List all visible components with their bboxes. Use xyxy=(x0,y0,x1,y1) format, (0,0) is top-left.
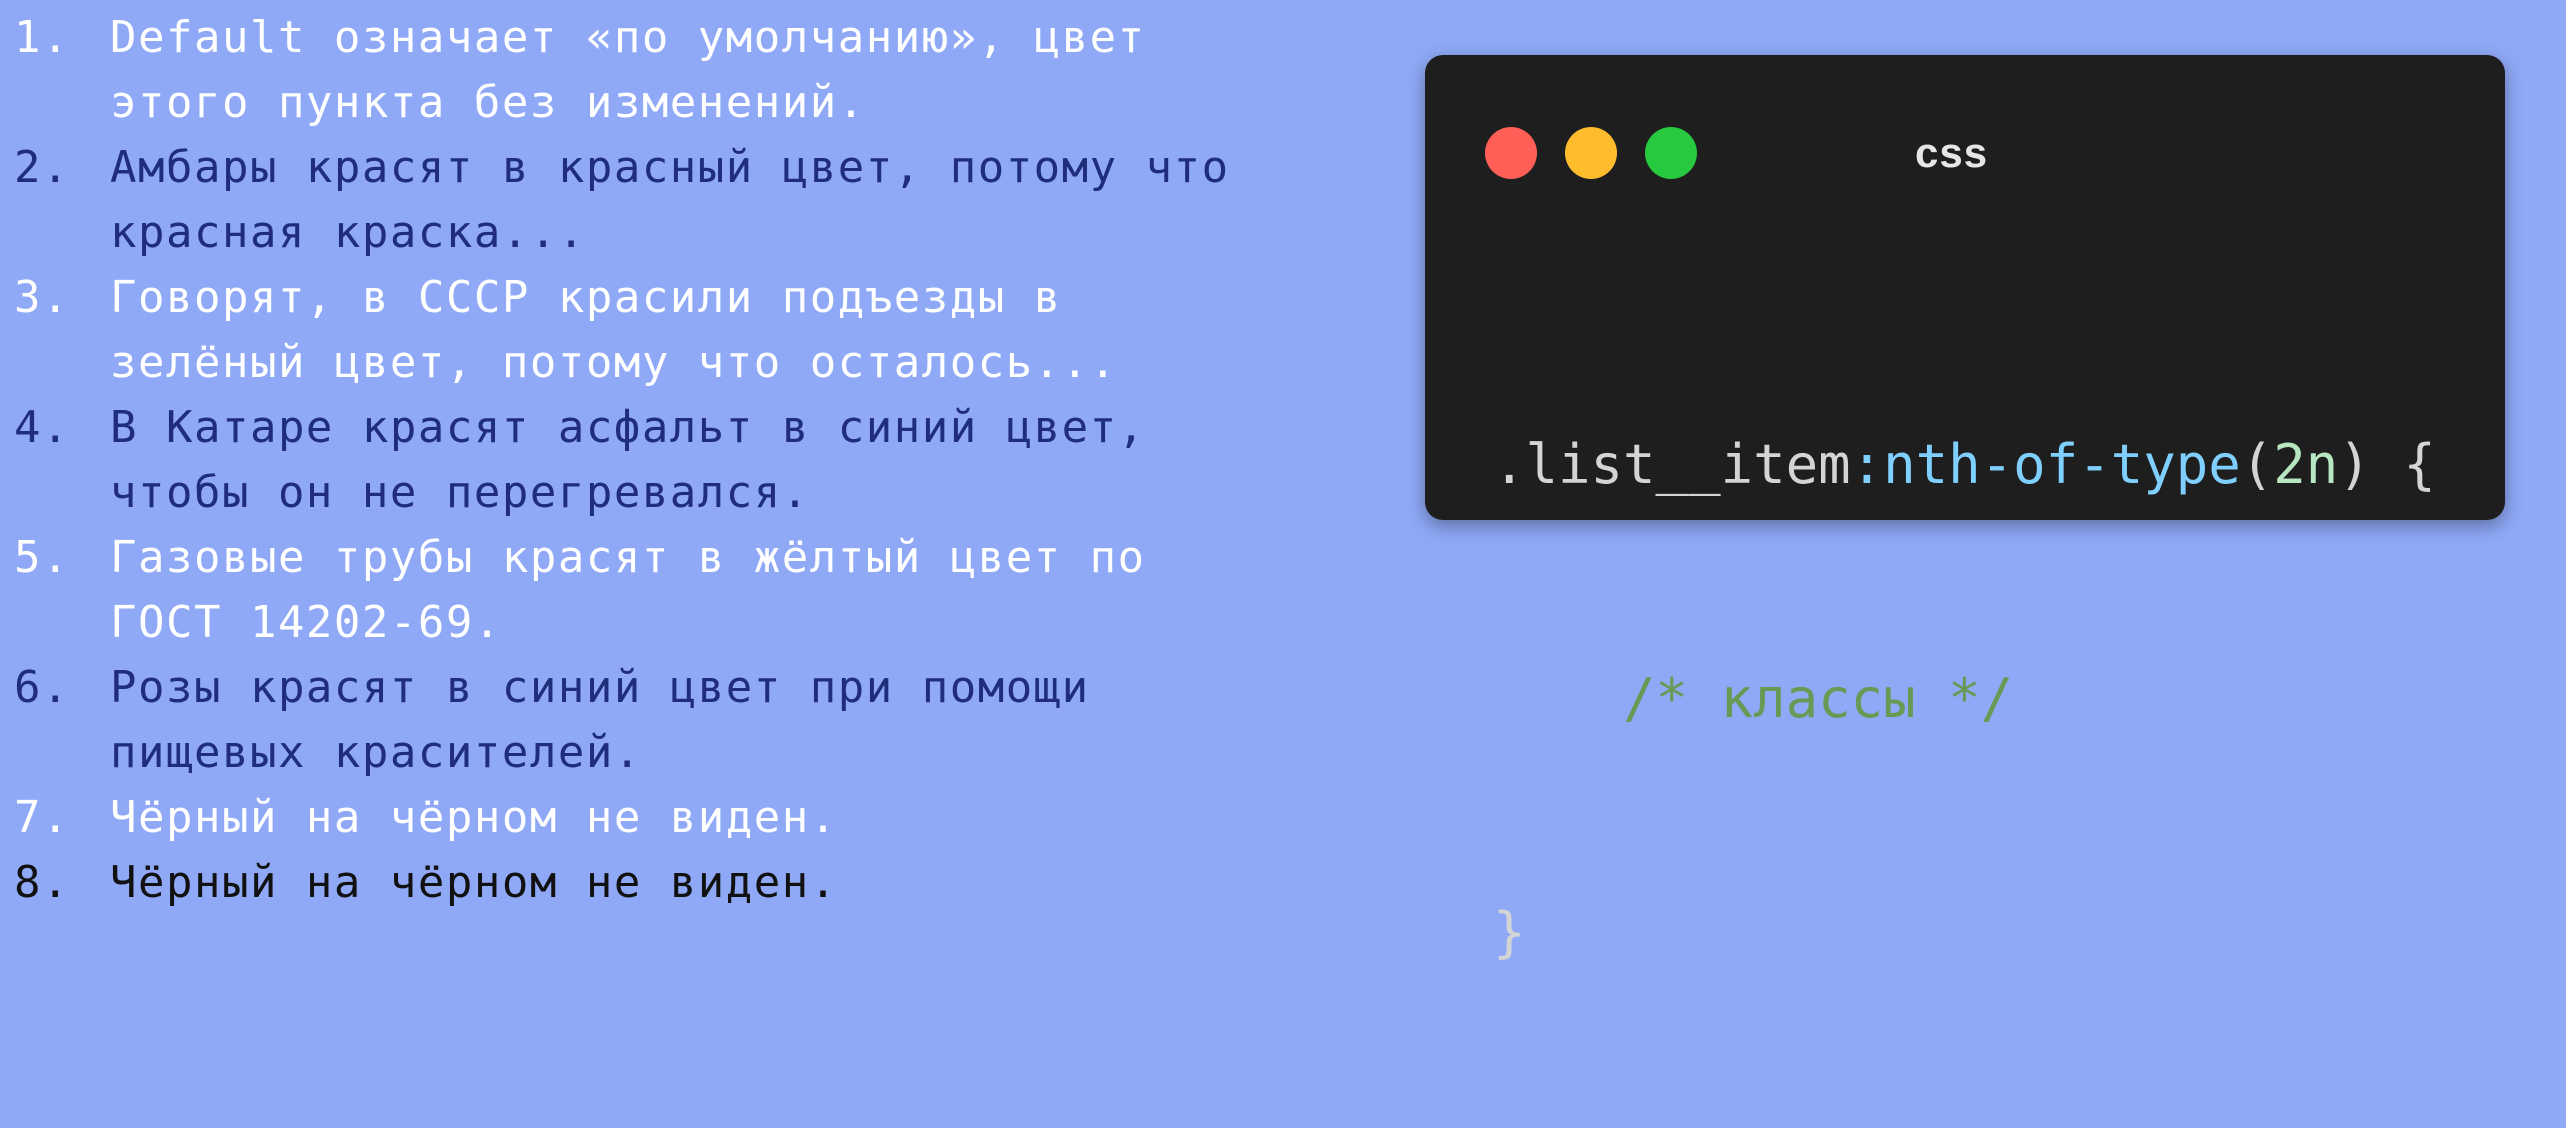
list-item-2: 2. Амбары красят в красный цвет, потому … xyxy=(14,135,1394,265)
list-item-5: 5. Газовые трубы красят в жёлтый цвет по… xyxy=(14,525,1394,655)
code-argument: 2n xyxy=(2273,433,2339,496)
list-item-7: 7. Чёрный на чёрном не виден. xyxy=(14,785,1394,850)
list-item-text: В Катаре красят асфальт в синий цвет, что… xyxy=(110,402,1146,518)
list-number: 3. xyxy=(14,272,70,323)
code-selector: .list__item xyxy=(1493,433,1851,496)
list-item-text: Розы красят в синий цвет при помощи пищев… xyxy=(110,662,1090,778)
list-item-6: 6. Розы красят в синий цвет при помощи пи… xyxy=(14,655,1394,785)
code-close-paren: ) xyxy=(2338,433,2371,496)
code-comment: /* классы */ xyxy=(1493,667,2014,730)
list-item-text: Default означает «по умолчанию», цвет это… xyxy=(110,12,1146,128)
list-item-8: 8. Чёрный на чёрном не виден. xyxy=(14,850,1394,915)
minimize-dot-icon xyxy=(1565,127,1617,179)
code-line-1: .list__item:nth-of-type(2n) { xyxy=(1493,426,2436,504)
list-number: 2. xyxy=(14,142,70,193)
maximize-dot-icon xyxy=(1645,127,1697,179)
list-number: 1. xyxy=(14,12,70,63)
code-window: css .list__item:nth-of-type(2n) { /* кла… xyxy=(1425,55,2505,964)
list-item-text: Чёрный на чёрном не виден. xyxy=(110,857,838,908)
list-item-3: 3. Говорят, в СССР красили подъезды в зел… xyxy=(14,265,1394,395)
code-pseudo-class: :nth-of-type xyxy=(1850,433,2241,496)
list-item-text: Говорят, в СССР красили подъезды в зелёны… xyxy=(110,272,1118,388)
code-close-brace: } xyxy=(1493,901,1526,964)
list-number: 7. xyxy=(14,792,70,843)
code-open-paren: ( xyxy=(2240,433,2274,496)
list-number: 6. xyxy=(14,662,70,713)
list-item-text: Чёрный на чёрном не виден. xyxy=(110,792,838,843)
code-open-brace: { xyxy=(2370,433,2436,496)
list-item-4: 4. В Катаре красят асфальт в синий цвет,… xyxy=(14,395,1394,525)
window-controls xyxy=(1485,127,1697,179)
list-item-text: Амбары красят в красный цвет, потому что… xyxy=(110,142,1230,258)
list-number: 4. xyxy=(14,402,70,453)
color-list: 1. Default означает «по умолчанию», цвет… xyxy=(14,5,1394,915)
list-number: 5. xyxy=(14,532,70,583)
list-item-text: Газовые трубы красят в жёлтый цвет по ГОС… xyxy=(110,532,1146,648)
window-title: css xyxy=(1915,129,1989,176)
close-dot-icon xyxy=(1485,127,1537,179)
list-item-1: 1. Default означает «по умолчанию», цвет… xyxy=(14,5,1394,135)
list-number: 8. xyxy=(14,857,70,908)
code-block: .list__item:nth-of-type(2n) { /* классы … xyxy=(1493,270,2436,1128)
